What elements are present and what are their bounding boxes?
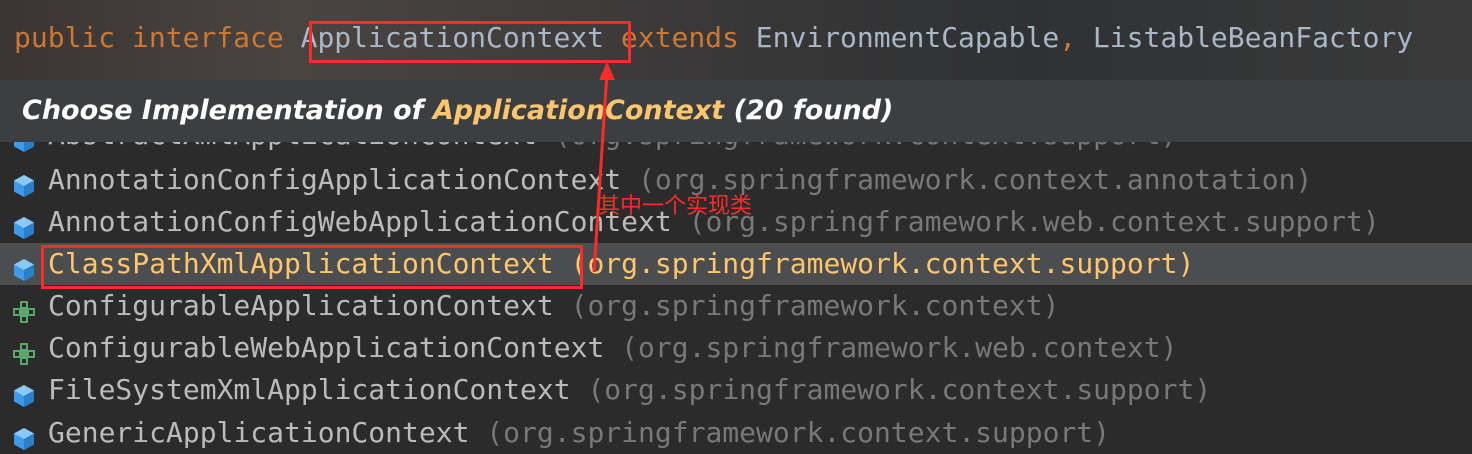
annotation-arrow <box>592 62 615 273</box>
arrow-line <box>592 71 609 273</box>
arrow-head <box>599 62 615 80</box>
